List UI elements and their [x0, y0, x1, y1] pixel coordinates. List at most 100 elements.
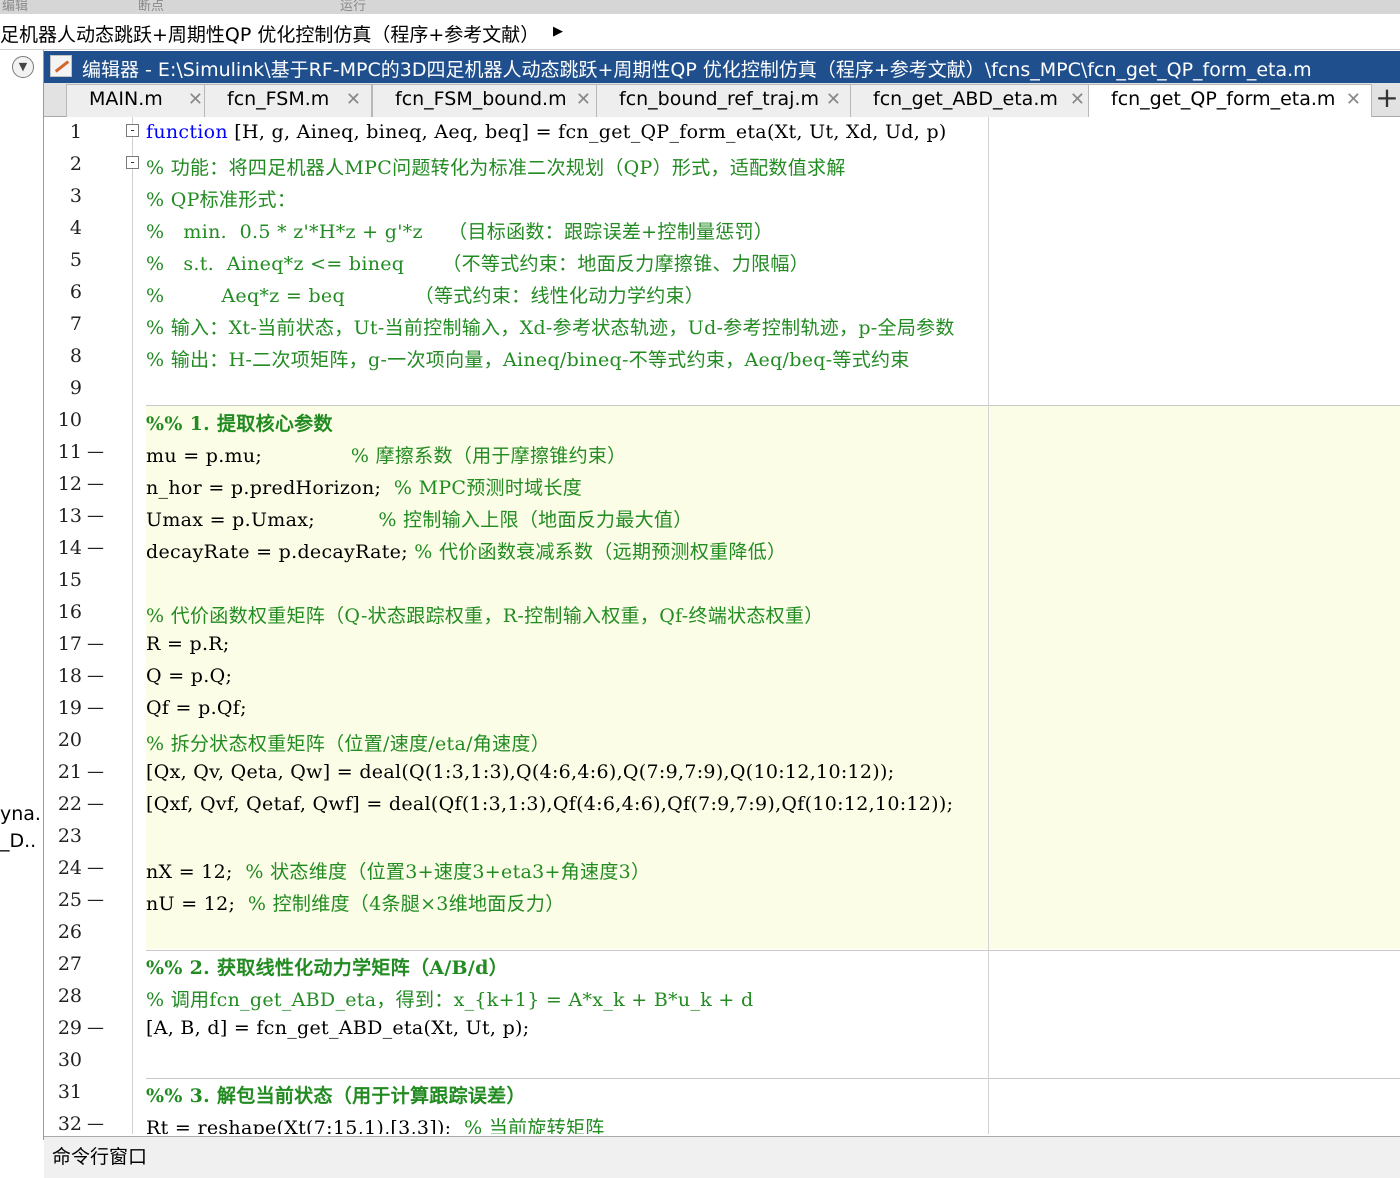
line-number: 3	[69, 185, 82, 207]
comment-token: % 控制输入上限（地面反力最大值）	[378, 509, 693, 531]
tab-close-icon[interactable]: ✕	[576, 89, 591, 110]
code-line[interactable]: 14— decayRate = p.decayRate; % 代价函数衰减系数（远…	[46, 533, 1400, 565]
code-line[interactable]: 30	[46, 1045, 1400, 1077]
panel-collapse-icon[interactable]: ▼	[12, 56, 34, 78]
comment-token: % 控制维度（4条腿×3维地面反力）	[247, 893, 565, 915]
code-line[interactable]: 6 % Aeq*z = beq （等式约束：线性化动力学约束）	[46, 277, 1400, 309]
comment-token: %% 2. 获取线性化动力学矩阵（A/B/d）	[146, 957, 509, 979]
breakpoint-marker[interactable]: —	[87, 506, 104, 526]
breakpoint-marker[interactable]: —	[87, 858, 104, 878]
tab-close-icon[interactable]: ✕	[1070, 89, 1085, 110]
code-line[interactable]: 24— nX = 12; % 状态维度（位置3+速度3+eta3+角速度3）	[46, 853, 1400, 885]
tab-label: MAIN.m	[89, 88, 163, 110]
code-line[interactable]: 7 % 输入：Xt-当前状态，Ut-当前控制输入，Xd-参考状态轨迹，Ud-参考控…	[46, 309, 1400, 341]
code-text: % 功能：将四足机器人MPC问题转化为标准二次规划（QP）形式，适配数值求解	[146, 153, 846, 180]
breakpoint-marker[interactable]: —	[87, 666, 104, 686]
breakpoint-marker[interactable]: —	[87, 1018, 104, 1038]
current-folder-panel: ▼ yna. _D..	[0, 50, 44, 1140]
code-line[interactable]: 29— [A, B, d] = fcn_get_ABD_eta(Xt, Ut, p…	[46, 1013, 1400, 1045]
code-text: % min. 0.5 * z'*H*z + g'*z （目标函数：跟踪误差+控制…	[146, 217, 773, 244]
line-number: 7	[69, 313, 82, 335]
tab-main[interactable]: MAIN.m ✕	[66, 84, 214, 117]
tab-close-icon[interactable]: ✕	[346, 89, 361, 110]
breakpoint-marker[interactable]: —	[87, 634, 104, 654]
code-line[interactable]: 9	[46, 373, 1400, 405]
code-line[interactable]: 17— R = p.R;	[46, 629, 1400, 661]
tab-fcn-fsm[interactable]: fcn_FSM.m ✕	[204, 84, 372, 117]
code-line[interactable]: 19— Qf = p.Qf;	[46, 693, 1400, 725]
tab-close-icon[interactable]: ✕	[1346, 89, 1361, 110]
breakpoint-marker[interactable]: —	[87, 1114, 104, 1134]
add-tab-icon[interactable]: +	[1374, 83, 1400, 116]
ribbon-label-run[interactable]: 运行	[340, 0, 366, 14]
fold-toggle-icon[interactable]: -	[126, 124, 139, 137]
code-line[interactable]: 32— Rt = reshape(Xt(7:15,1),[3,3]); % 当前旋…	[46, 1109, 1400, 1134]
code-line[interactable]: 31 %% 3. 解包当前状态（用于计算跟踪误差）	[46, 1077, 1400, 1109]
breakpoint-marker[interactable]: —	[87, 890, 104, 910]
code-line[interactable]: 12— n_hor = p.predHorizon; % MPC预测时域长度	[46, 469, 1400, 501]
code-line[interactable]: 5 % s.t. Aineq*z <= bineq （不等式约束：地面反力摩擦锥、…	[46, 245, 1400, 277]
code-line[interactable]: 16 % 代价函数权重矩阵（Q-状态跟踪权重，R-控制输入权重，Qf-终端状态权重…	[46, 597, 1400, 629]
code-line[interactable]: 20 % 拆分状态权重矩阵（位置/速度/eta/角速度）	[46, 725, 1400, 757]
breakpoint-marker[interactable]: —	[87, 698, 104, 718]
code-line[interactable]: 23	[46, 821, 1400, 853]
line-number: 20	[57, 729, 82, 751]
code-line[interactable]: 11— mu = p.mu; % 摩擦系数（用于摩擦锥约束）	[46, 437, 1400, 469]
code-token: [A, B, d] = fcn_get_ABD_eta(Xt, Ut, p);	[146, 1017, 530, 1039]
tab-close-icon[interactable]: ✕	[826, 89, 841, 110]
code-token: Q = p.Q;	[146, 665, 233, 687]
code-line[interactable]: 27 %% 2. 获取线性化动力学矩阵（A/B/d）	[46, 949, 1400, 981]
breadcrumb-folder[interactable]: 足机器人动态跳跃+周期性QP 优化控制仿真（程序+参考文献）	[0, 20, 539, 47]
code-line[interactable]: 26	[46, 917, 1400, 949]
code-text: % s.t. Aineq*z <= bineq （不等式约束：地面反力摩擦锥、力…	[146, 249, 809, 276]
comment-token: % 拆分状态权重矩阵（位置/速度/eta/角速度）	[146, 733, 551, 755]
tab-fcn-get-qp-form-eta[interactable]: fcn_get_QP_form_eta.m ✕	[1088, 84, 1372, 118]
code-line[interactable]: 8 % 输出：H-二次项矩阵，g-一次项向量，Aineq/bineq-不等式约束，…	[46, 341, 1400, 373]
fold-toggle-icon[interactable]: -	[126, 156, 139, 169]
code-line[interactable]: 22— [Qxf, Qvf, Qetaf, Qwf] = deal(Qf(1:3,…	[46, 789, 1400, 821]
code-line[interactable]: 3 % QP标准形式：	[46, 181, 1400, 213]
code-line[interactable]: 13— Umax = p.Umax; % 控制输入上限（地面反力最大值）	[46, 501, 1400, 533]
line-number: 28	[57, 985, 82, 1007]
code-line[interactable]: 2 -% 功能：将四足机器人MPC问题转化为标准二次规划（QP）形式，适配数值求解	[46, 149, 1400, 181]
code-line[interactable]: 18— Q = p.Q;	[46, 661, 1400, 693]
line-number: 19	[57, 697, 82, 719]
code-line[interactable]: 10 %% 1. 提取核心参数	[46, 405, 1400, 437]
ribbon-label-breakpoints[interactable]: 断点	[138, 0, 164, 14]
editor-title: 编辑器 - E:\Simulink\基于RF-MPC的3D四足机器人动态跳跃+周…	[82, 59, 1312, 81]
code-line[interactable]: 21— [Qx, Qv, Qeta, Qw] = deal(Q(1:3,1:3),…	[46, 757, 1400, 789]
code-line[interactable]: 25— nU = 12; % 控制维度（4条腿×3维地面反力）	[46, 885, 1400, 917]
breakpoint-marker[interactable]: —	[87, 442, 104, 462]
tab-close-icon[interactable]: ✕	[188, 89, 203, 110]
breadcrumb-arrow-icon[interactable]: ▶	[553, 24, 563, 39]
code-line[interactable]: 15	[46, 565, 1400, 597]
comment-token: % s.t. Aineq*z <= bineq （不等式约束：地面反力摩擦锥、力…	[146, 253, 810, 275]
code-token: mu = p.mu;	[146, 445, 351, 467]
ribbon-label-edit[interactable]: 编辑	[2, 0, 28, 14]
breakpoint-marker[interactable]: —	[87, 762, 104, 782]
keyword-token: function	[146, 121, 228, 143]
tab-fcn-get-abd-eta[interactable]: fcn_get_ABD_eta.m ✕	[850, 84, 1096, 117]
file-list-item[interactable]: yna.	[0, 803, 41, 825]
comment-token: % 功能：将四足机器人MPC问题转化为标准二次规划（QP）形式，适配数值求解	[146, 157, 846, 179]
code-token: n_hor = p.predHorizon;	[146, 477, 394, 499]
tab-label: fcn_FSM.m	[227, 88, 330, 110]
command-window-title: 命令行窗口	[52, 1146, 148, 1168]
breakpoint-marker[interactable]: —	[87, 794, 104, 814]
code-line[interactable]: 1 - function [H, g, Aineq, bineq, Aeq, beq…	[46, 117, 1400, 149]
tab-fcn-fsm-bound[interactable]: fcn_FSM_bound.m ✕	[372, 84, 602, 117]
breakpoint-marker[interactable]: —	[87, 538, 104, 558]
code-editor[interactable]: 1 - function [H, g, Aineq, bineq, Aeq, beq…	[46, 117, 1400, 1134]
code-line[interactable]: 4 % min. 0.5 * z'*H*z + g'*z （目标函数：跟踪误差+控…	[46, 213, 1400, 245]
code-line[interactable]: 28 % 调用fcn_get_ABD_eta，得到：x_{k+1} = A*x_k…	[46, 981, 1400, 1013]
code-text: % 输入：Xt-当前状态，Ut-当前控制输入，Xd-参考状态轨迹，Ud-参考控制…	[146, 313, 955, 340]
command-window[interactable]: 命令行窗口	[44, 1136, 1400, 1178]
breakpoint-marker[interactable]: —	[87, 474, 104, 494]
comment-token: % 输出：H-二次项矩阵，g-一次项向量，Aineq/bineq-不等式约束，A…	[146, 349, 910, 371]
file-list-item[interactable]: _D..	[0, 830, 36, 852]
code-token: [Qx, Qv, Qeta, Qw] = deal(Q(1:3,1:3),Q(4…	[146, 761, 895, 783]
code-text: %% 3. 解包当前状态（用于计算跟踪误差）	[146, 1081, 526, 1108]
tab-fcn-bound-ref-traj[interactable]: fcn_bound_ref_traj.m ✕	[596, 84, 852, 117]
comment-token: % 输入：Xt-当前状态，Ut-当前控制输入，Xd-参考状态轨迹，Ud-参考控制…	[146, 317, 955, 339]
line-number: 21	[57, 761, 82, 783]
